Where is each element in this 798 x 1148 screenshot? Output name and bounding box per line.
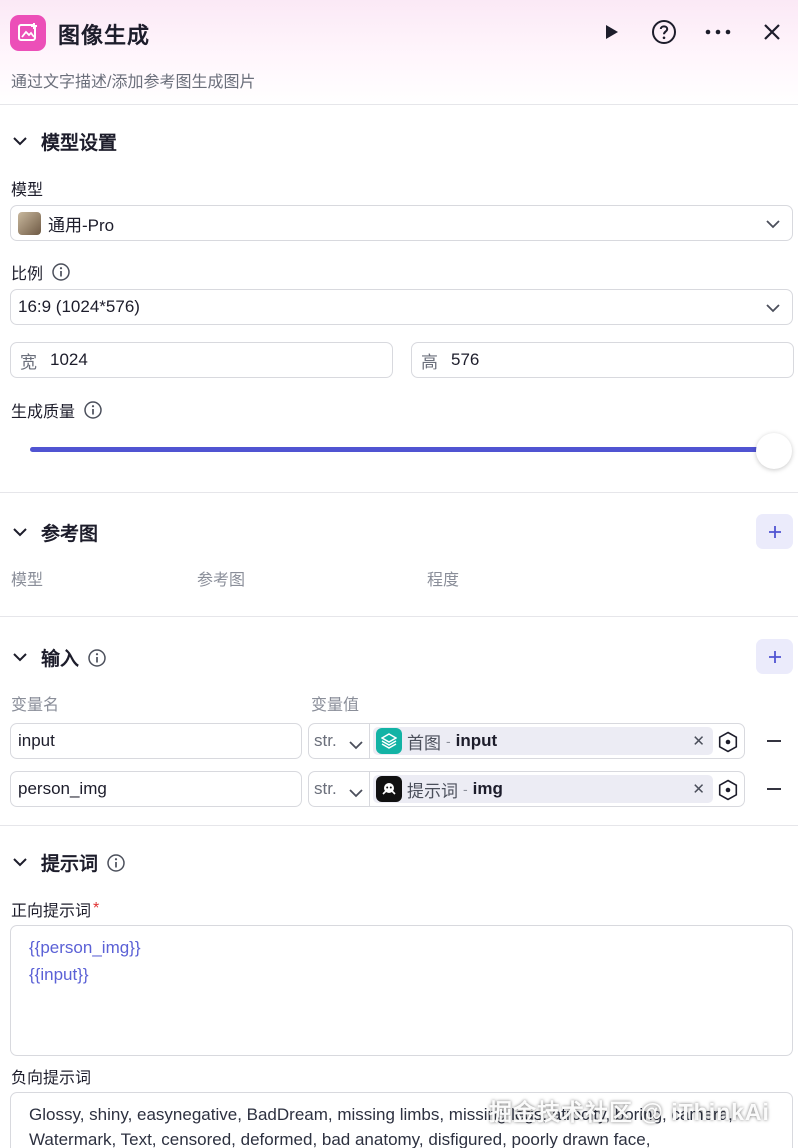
info-icon[interactable] xyxy=(87,648,107,668)
positive-prompt-textarea[interactable]: {{person_img}} {{input}} xyxy=(10,925,793,1056)
help-icon[interactable] xyxy=(650,18,678,46)
section-model-settings: 模型设置 xyxy=(10,128,117,155)
info-icon[interactable] xyxy=(83,400,103,420)
reference-node: 首图 xyxy=(407,733,441,753)
reference-separator: - xyxy=(463,781,468,797)
column-header: 模型 xyxy=(11,572,44,589)
node-description: 通过文字描述/添加参考图生成图片 xyxy=(11,74,256,91)
chevron-down-icon xyxy=(766,300,780,318)
height-prefix: 高 xyxy=(421,352,438,372)
add-reference-button[interactable] xyxy=(756,514,793,549)
more-icon[interactable] xyxy=(704,18,732,46)
column-header: 变量值 xyxy=(311,697,360,714)
ratio-label-text: 比例 xyxy=(11,266,44,283)
target-icon[interactable] xyxy=(716,730,740,754)
section-reference: 参考图 xyxy=(10,519,98,546)
image-generate-icon xyxy=(10,15,46,51)
close-icon[interactable] xyxy=(758,18,786,46)
variable-value-field: 首图 - input ✕ xyxy=(369,723,745,759)
section-title: 模型设置 xyxy=(41,133,118,154)
quality-slider-thumb[interactable] xyxy=(756,433,792,469)
chevron-down-icon[interactable] xyxy=(10,853,30,873)
target-icon[interactable] xyxy=(716,778,740,802)
remove-input-button[interactable] xyxy=(763,778,785,800)
column-header: 参考图 xyxy=(197,572,246,589)
info-icon[interactable] xyxy=(106,853,126,873)
width-field[interactable]: 宽 1024 xyxy=(10,342,393,378)
column-header: 变量名 xyxy=(11,697,60,714)
reference-node: 提示词 xyxy=(407,781,458,801)
chevron-down-icon[interactable] xyxy=(10,132,30,152)
section-inputs: 输入 xyxy=(10,644,107,671)
quality-label: 生成质量 xyxy=(11,398,103,422)
prompt-line: {{input}} xyxy=(29,965,89,984)
node-title: 图像生成 xyxy=(58,23,151,48)
type-value: str. xyxy=(314,731,337,750)
chevron-down-icon xyxy=(349,735,363,755)
chevron-down-icon xyxy=(349,783,363,803)
type-select[interactable]: str. xyxy=(308,723,370,759)
width-value: 1024 xyxy=(50,350,88,369)
chevron-down-icon[interactable] xyxy=(10,648,30,668)
variable-name-value: input xyxy=(18,731,55,750)
divider xyxy=(0,492,798,493)
divider xyxy=(0,825,798,826)
chevron-down-icon xyxy=(766,216,780,234)
variable-name-value: person_img xyxy=(18,779,107,798)
width-prefix: 宽 xyxy=(20,352,37,372)
watermark: 掘金技术社区 @ iThinkAi xyxy=(489,1099,770,1125)
node-header: 图像生成 通过文字描述/添加参考图生成图片 xyxy=(0,0,798,105)
column-header: 程度 xyxy=(427,572,460,589)
prompt-node-icon xyxy=(376,776,402,802)
variable-name-input[interactable]: person_img xyxy=(10,771,302,807)
section-title: 输入 xyxy=(41,649,80,670)
clear-icon[interactable]: ✕ xyxy=(692,780,705,798)
reference-field: input xyxy=(455,731,498,750)
play-icon[interactable] xyxy=(597,18,625,46)
reference-field: img xyxy=(472,779,503,798)
height-value: 576 xyxy=(451,350,480,369)
height-field[interactable]: 高 576 xyxy=(411,342,794,378)
chevron-down-icon[interactable] xyxy=(10,523,30,543)
required-mark: * xyxy=(93,900,100,917)
ratio-label: 比例 xyxy=(11,260,71,284)
divider xyxy=(0,616,798,617)
section-title: 提示词 xyxy=(41,854,99,875)
reference-tag[interactable]: 提示词 - img ✕ xyxy=(373,775,713,803)
remove-input-button[interactable] xyxy=(763,730,785,752)
variable-name-input[interactable]: input xyxy=(10,723,302,759)
ratio-value: 16:9 (1024*576) xyxy=(18,297,140,316)
positive-prompt-label: 正向提示词 * xyxy=(11,897,99,921)
model-label: 模型 xyxy=(11,182,44,199)
model-avatar xyxy=(18,211,41,235)
type-value: str. xyxy=(314,779,337,798)
type-select[interactable]: str. xyxy=(308,771,370,807)
positive-prompt-label-text: 正向提示词 xyxy=(11,903,92,920)
section-prompt: 提示词 xyxy=(10,849,126,876)
quality-label-text: 生成质量 xyxy=(11,404,76,421)
layers-icon xyxy=(376,728,402,754)
reference-separator: - xyxy=(446,733,451,749)
variable-value-field: 提示词 - img ✕ xyxy=(369,771,745,807)
model-value: 通用-Pro xyxy=(48,215,115,235)
section-title: 参考图 xyxy=(41,524,99,545)
add-input-button[interactable] xyxy=(756,639,793,674)
reference-tag[interactable]: 首图 - input ✕ xyxy=(373,727,713,755)
clear-icon[interactable]: ✕ xyxy=(692,732,705,750)
model-select[interactable]: 通用-Pro xyxy=(10,205,793,241)
prompt-line: {{person_img}} xyxy=(29,938,141,957)
quality-slider-track[interactable] xyxy=(30,447,775,452)
ratio-select[interactable]: 16:9 (1024*576) xyxy=(10,289,793,325)
info-icon[interactable] xyxy=(51,262,71,282)
negative-prompt-label: 负向提示词 xyxy=(11,1070,92,1087)
